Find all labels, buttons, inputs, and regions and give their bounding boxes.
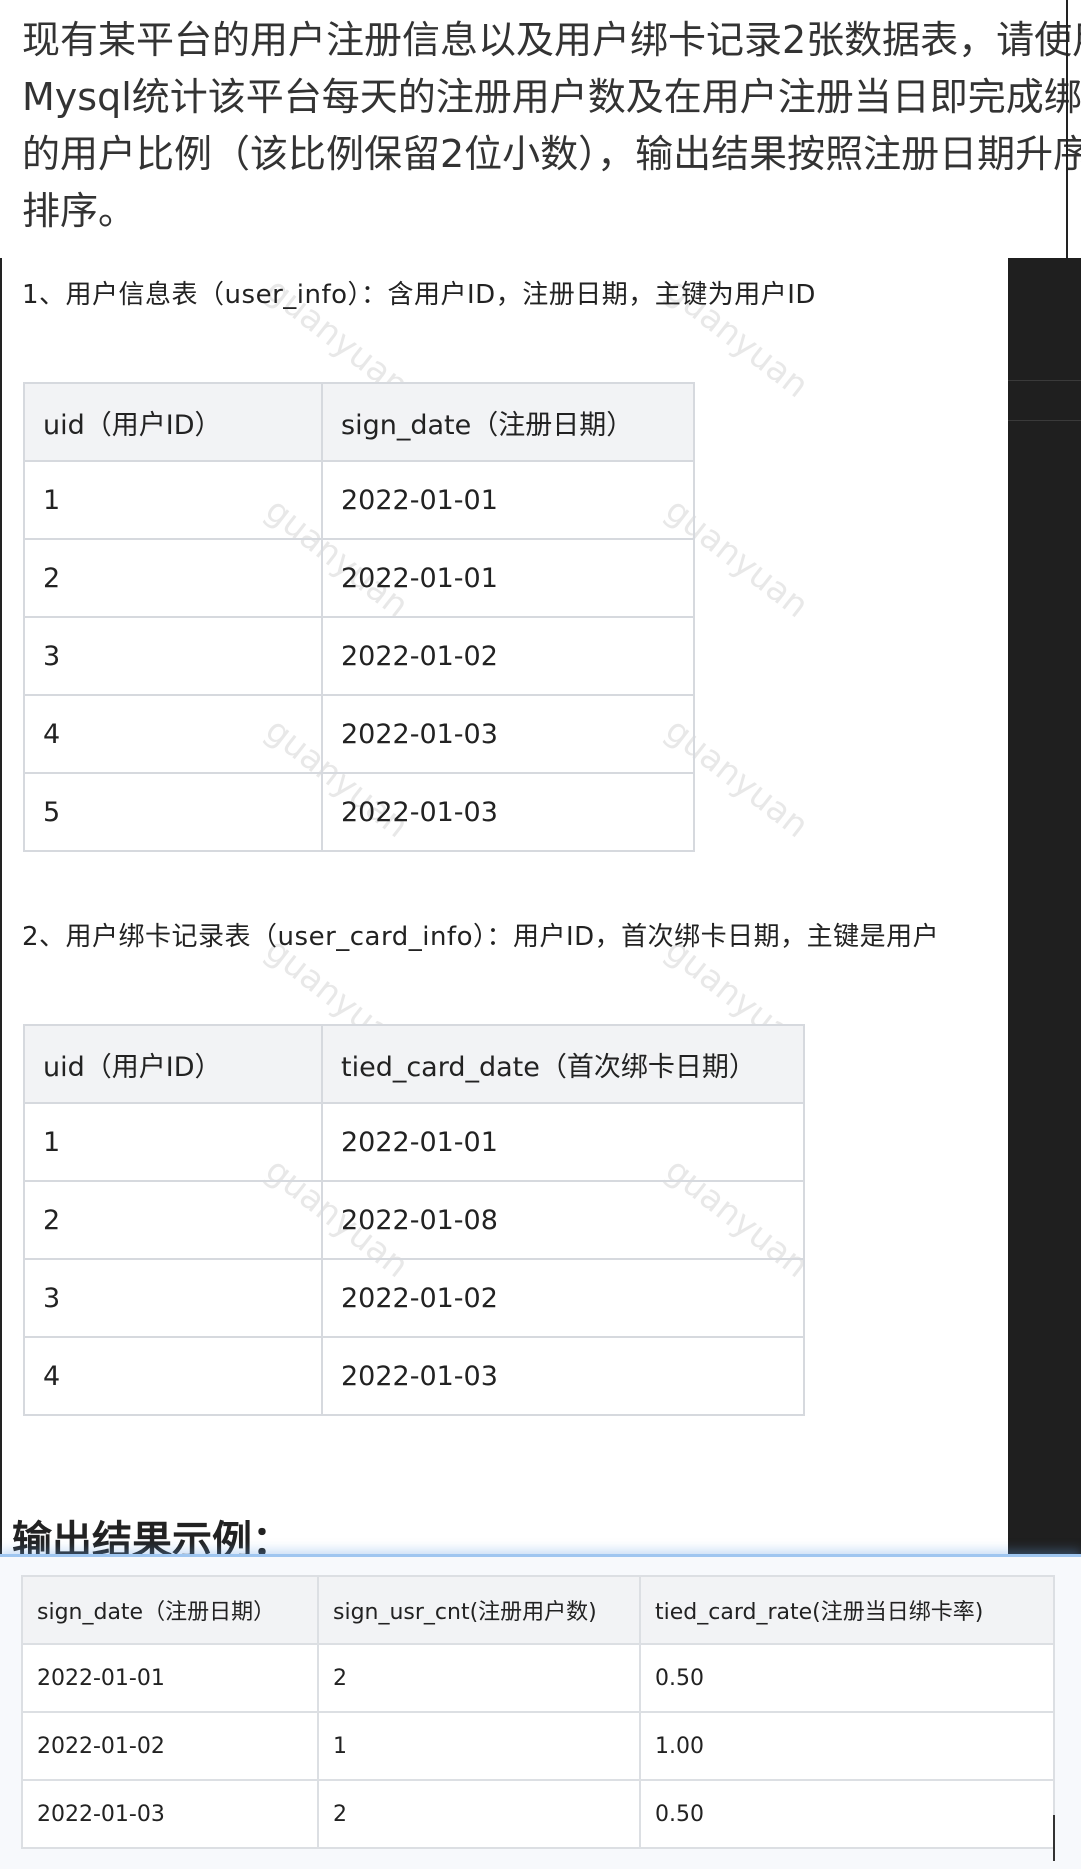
table-cell: 1: [23, 460, 323, 540]
table-cell: 1: [23, 1102, 323, 1182]
column-header: sign_date（注册日期）: [21, 1575, 319, 1645]
table-cell: 2022-01-03: [321, 772, 695, 852]
table-row: 4 2022-01-03: [23, 1336, 805, 1416]
text-cursor: [1053, 1815, 1055, 1861]
table-cell: 2022-01-02: [321, 616, 695, 696]
user-info-table-title: 1、用户信息表（user_info）：含用户ID，注册日期，主键为用户ID: [22, 280, 816, 310]
table-header-row: uid（用户ID） sign_date（注册日期）: [23, 382, 695, 462]
question-line: 排序。: [22, 189, 137, 233]
table-header-row: uid（用户ID） tied_card_date（首次绑卡日期）: [23, 1024, 805, 1104]
column-header: uid（用户ID）: [23, 1024, 323, 1104]
table-cell: 1.00: [639, 1711, 1055, 1781]
table-cell: 0.50: [639, 1643, 1055, 1713]
question-line: Mysql统计该平台每天的注册用户数及在用户注册当日即完成绑卡: [22, 75, 1081, 119]
table-row: 2 2022-01-08: [23, 1180, 805, 1260]
user-card-table-title: 2、用户绑卡记录表（user_card_info）：用户ID，首次绑卡日期，主键…: [22, 922, 940, 952]
table-cell: 2022-01-01: [321, 1102, 805, 1182]
column-header: uid（用户ID）: [23, 382, 323, 462]
user-card-info-table: uid（用户ID） tied_card_date（首次绑卡日期） 1 2022-…: [23, 1024, 805, 1416]
table-cell: 2022-01-03: [21, 1779, 319, 1849]
output-example-panel: guanyuan guanyuan guanyuan sign_date（注册日…: [0, 1554, 1081, 1869]
table-row: 2022-01-02 1 1.00: [21, 1711, 1055, 1781]
table-row: 3 2022-01-02: [23, 616, 695, 696]
table-cell: 2022-01-01: [21, 1643, 319, 1713]
question-text: 现有某平台的用户注册信息以及用户绑卡记录2张数据表，请使用 Mysql统计该平台…: [22, 12, 1081, 240]
divider: [1066, 0, 1068, 262]
table-cell: 2022-01-03: [321, 1336, 805, 1416]
table-header-row: sign_date（注册日期） sign_usr_cnt(注册用户数) tied…: [21, 1575, 1055, 1645]
divider: [1008, 420, 1081, 421]
table-row: 5 2022-01-03: [23, 772, 695, 852]
table-cell: 2022-01-08: [321, 1180, 805, 1260]
question-line: 的用户比例（该比例保留2位小数），输出结果按照注册日期升序: [22, 132, 1081, 176]
table-cell: 4: [23, 1336, 323, 1416]
column-header: sign_usr_cnt(注册用户数): [317, 1575, 641, 1645]
page: 现有某平台的用户注册信息以及用户绑卡记录2张数据表，请使用 Mysql统计该平台…: [0, 0, 1081, 1869]
table-cell: 5: [23, 772, 323, 852]
table-cell: 2022-01-01: [321, 460, 695, 540]
table-row: 2 2022-01-01: [23, 538, 695, 618]
table-row: 2022-01-01 2 0.50: [21, 1643, 1055, 1713]
table-row: 1 2022-01-01: [23, 1102, 805, 1182]
column-header: sign_date（注册日期）: [321, 382, 695, 462]
table-cell: 2: [317, 1779, 641, 1849]
table-cell: 1: [317, 1711, 641, 1781]
table-cell: 0.50: [639, 1779, 1055, 1849]
table-cell: 2022-01-02: [321, 1258, 805, 1338]
table-cell: 2: [23, 1180, 323, 1260]
table-row: 3 2022-01-02: [23, 1258, 805, 1338]
table-cell: 3: [23, 1258, 323, 1338]
table-row: 2022-01-03 2 0.50: [21, 1779, 1055, 1849]
table-row: 1 2022-01-01: [23, 460, 695, 540]
table-cell: 3: [23, 616, 323, 696]
schema-screenshot-panel: guanyuan guanyuan guanyuan guanyuan guan…: [0, 258, 1008, 1554]
table-cell: 2: [23, 538, 323, 618]
table-cell: 2022-01-03: [321, 694, 695, 774]
table-cell: 4: [23, 694, 323, 774]
divider: [1008, 380, 1081, 381]
table-cell: 2022-01-02: [21, 1711, 319, 1781]
table-cell: 2: [317, 1643, 641, 1713]
table-cell: 2022-01-01: [321, 538, 695, 618]
dark-side-panel: [1008, 258, 1081, 1554]
table-row: 4 2022-01-03: [23, 694, 695, 774]
column-header: tied_card_date（首次绑卡日期）: [321, 1024, 805, 1104]
user-info-table: uid（用户ID） sign_date（注册日期） 1 2022-01-01 2…: [23, 382, 695, 852]
question-line: 现有某平台的用户注册信息以及用户绑卡记录2张数据表，请使用: [22, 18, 1081, 62]
column-header: tied_card_rate(注册当日绑卡率): [639, 1575, 1055, 1645]
output-example-table: sign_date（注册日期） sign_usr_cnt(注册用户数) tied…: [21, 1575, 1055, 1849]
